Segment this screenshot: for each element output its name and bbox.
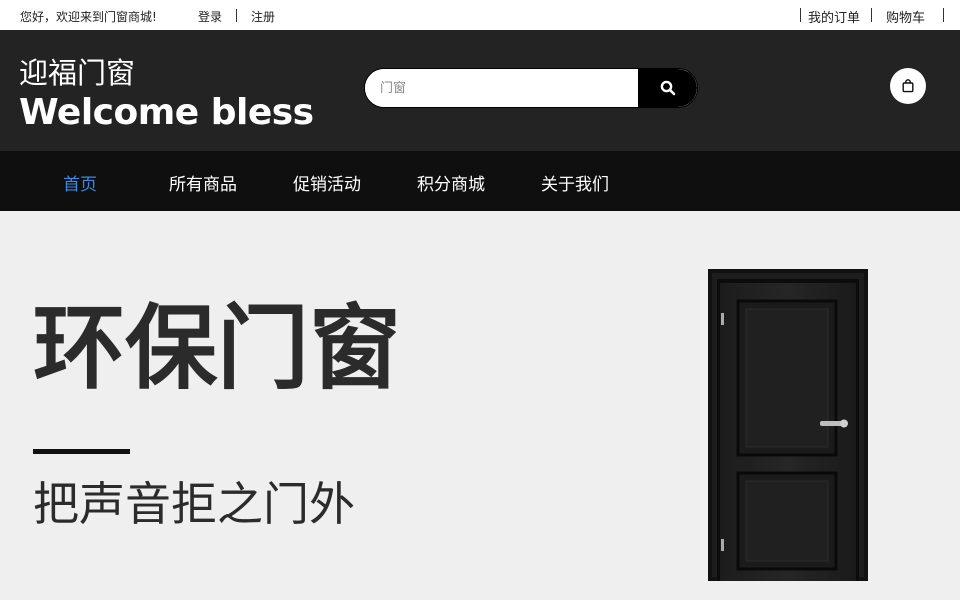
main-nav: 首页 所有商品 促销活动 积分商城 关于我们 — [0, 151, 960, 211]
top-bar: 您好，欢迎来到门窗商城! 登录 注册 我的订单 购物车 — [0, 0, 960, 30]
search-button[interactable] — [638, 69, 697, 107]
divider — [236, 9, 237, 22]
hero-divider — [33, 449, 130, 454]
login-link[interactable]: 登录 — [198, 8, 222, 25]
logo-english[interactable]: Welcome bless — [19, 92, 314, 133]
divider — [943, 8, 944, 22]
my-orders-link[interactable]: 我的订单 — [808, 7, 860, 26]
nav-item-about-us[interactable]: 关于我们 — [541, 170, 609, 195]
nav-item-points-mall[interactable]: 积分商城 — [417, 170, 485, 195]
search-icon — [660, 80, 675, 96]
nav-item-promotions[interactable]: 促销活动 — [293, 170, 361, 195]
header: 迎福门窗 Welcome bless — [0, 30, 960, 151]
logo-chinese[interactable]: 迎福门窗 — [19, 50, 135, 92]
welcome-text: 您好，欢迎来到门窗商城! — [20, 10, 157, 24]
hero-title: 环保门窗 — [33, 295, 402, 402]
shopping-bag-icon — [902, 79, 914, 93]
nav-item-home[interactable]: 首页 — [63, 170, 97, 195]
door-image — [708, 269, 868, 581]
nav-item-all-products[interactable]: 所有商品 — [169, 170, 237, 195]
cart-link[interactable]: 购物车 — [886, 7, 925, 26]
search-bar — [364, 68, 698, 108]
register-link[interactable]: 注册 — [251, 8, 275, 25]
divider — [800, 8, 801, 22]
divider — [871, 8, 872, 22]
hero-subtitle: 把声音拒之门外 — [33, 477, 355, 531]
search-input[interactable] — [365, 69, 639, 107]
shopping-bag-button[interactable] — [890, 68, 926, 104]
hero-banner[interactable]: 环保门窗 把声音拒之门外 — [0, 211, 960, 600]
